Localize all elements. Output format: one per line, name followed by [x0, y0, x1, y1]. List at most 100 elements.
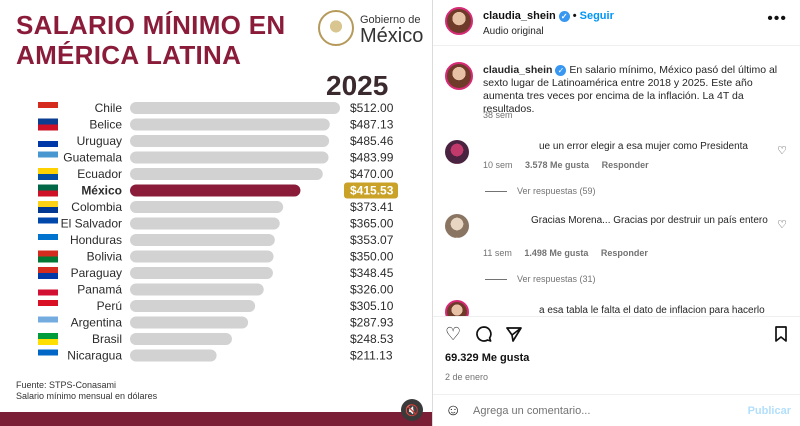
flag-top [38, 102, 58, 108]
bookmark-icon[interactable] [773, 325, 789, 346]
mexico-seal-icon [318, 10, 354, 46]
more-options-icon[interactable]: ••• [767, 10, 787, 28]
flag-top [38, 267, 58, 273]
flag-top [38, 300, 58, 306]
bar [130, 151, 329, 164]
avatar[interactable] [445, 300, 469, 316]
publish-button[interactable]: Publicar [748, 405, 791, 417]
reply-button[interactable]: Responder [601, 248, 648, 258]
value-label: $373.41 [350, 200, 394, 214]
value-label: $348.45 [350, 266, 394, 280]
speaker-muted-icon[interactable]: 🔇 [401, 399, 423, 421]
value-label: $487.13 [350, 118, 394, 132]
category-label: Ecuador [77, 167, 122, 181]
category-label: El Salvador [61, 217, 122, 231]
verified-badge-icon: ✓ [555, 64, 567, 76]
category-label: Panamá [77, 283, 122, 297]
bar [130, 250, 274, 263]
view-replies-button[interactable]: Ver respuestas (59) [485, 186, 596, 196]
caption-time[interactable]: 38 sem [483, 110, 513, 120]
comment-likes[interactable]: 3.578 Me gusta [525, 160, 589, 170]
flag-top [38, 250, 58, 257]
flag-top [38, 184, 58, 191]
comment-meta: 11 sem 1.498 Me gusta Responder [483, 248, 658, 258]
likes-count[interactable]: 69.329 Me gusta [445, 352, 529, 364]
post-date[interactable]: 2 de enero [445, 372, 488, 382]
caption-username[interactable]: claudia_shein [483, 64, 552, 76]
post-side-panel: claudia_shein ✓ • Seguir Audio original •••… [432, 0, 800, 426]
category-label: Nicaragua [67, 349, 122, 363]
flag-top [38, 201, 58, 207]
comment-time[interactable]: 10 sem [483, 160, 513, 170]
flag-top [38, 135, 58, 141]
value-label: $305.10 [350, 299, 394, 313]
avatar[interactable] [445, 140, 469, 164]
bar [130, 102, 340, 114]
category-label: Belice [89, 118, 122, 132]
comment-composer: ☺ Publicar [433, 394, 800, 426]
flag-top [38, 333, 58, 339]
category-label: Brasil [92, 332, 122, 346]
value-label: $415.53 [350, 184, 394, 198]
comment-time[interactable]: 11 sem [483, 248, 512, 258]
bar [130, 234, 275, 246]
caption-text: claudia_shein ✓ En salario mínimo, México… [483, 64, 791, 116]
value-label: $350.00 [350, 250, 394, 264]
follow-button[interactable]: Seguir [580, 10, 614, 22]
flag-top [38, 168, 58, 174]
flag-top [38, 316, 58, 323]
category-label: Bolivia [87, 250, 123, 264]
bar [130, 217, 280, 230]
header-username-row: claudia_shein ✓ • Seguir [483, 10, 614, 22]
bar [130, 283, 264, 296]
bar [130, 300, 256, 312]
post-actions: ♡ [433, 316, 800, 350]
emoji-icon[interactable]: ☺ [445, 402, 461, 420]
avatar[interactable] [445, 214, 469, 238]
reply-button[interactable]: Responder [602, 160, 649, 170]
category-label: Honduras [70, 233, 122, 247]
avatar[interactable] [445, 62, 473, 90]
audio-link[interactable]: Audio original [483, 26, 544, 37]
view-replies-button[interactable]: Ver respuestas (31) [485, 274, 596, 284]
flag-bottom [38, 289, 58, 296]
salary-bar-chart: Chile $512.00 Belice $487.13 Uruguay $485.46 G… [38, 101, 398, 363]
comment-input[interactable] [473, 401, 733, 421]
flag-top [38, 118, 58, 125]
category-label: Argentina [71, 316, 123, 330]
chart-title-line1: SALARIO MÍNIMO EN [16, 10, 286, 40]
category-label: Colombia [71, 200, 122, 214]
gobierno-de-mexico-logo: Gobierno de México [318, 10, 428, 50]
value-label: $483.99 [350, 151, 394, 165]
flag-bottom [38, 273, 58, 279]
flag-bottom [38, 240, 58, 246]
bar [130, 135, 330, 147]
bar [130, 316, 249, 329]
category-label: Paraguay [71, 266, 122, 280]
comment-text: a esa tabla le falta el dato de inflacio… [539, 305, 765, 316]
avatar[interactable] [445, 7, 473, 35]
chart-note: Salario mínimo mensual en dólares [16, 391, 158, 401]
flag-bottom [38, 174, 58, 180]
bar [130, 201, 284, 213]
like-comment-icon[interactable]: ♡ [777, 218, 787, 231]
comment-likes[interactable]: 1.498 Me gusta [524, 248, 588, 258]
post-header: claudia_shein ✓ • Seguir Audio original ••• [433, 0, 800, 46]
like-comment-icon[interactable]: ♡ [777, 144, 787, 157]
bar [130, 118, 330, 131]
verified-badge-icon: ✓ [558, 10, 570, 22]
value-label: $470.00 [350, 167, 394, 181]
username-link[interactable]: claudia_shein [483, 10, 556, 22]
category-label: Perú [97, 299, 122, 313]
comment-meta: 10 sem 3.578 Me gusta Responder [483, 160, 659, 170]
share-icon[interactable] [505, 325, 523, 346]
flag-top [38, 283, 58, 290]
flag-bottom [38, 306, 58, 312]
value-label: $512.00 [350, 101, 394, 115]
category-label: Guatemala [63, 151, 122, 165]
bar [130, 349, 217, 362]
flag-bottom [38, 190, 58, 197]
heart-icon[interactable]: ♡ [445, 325, 461, 343]
post-image[interactable]: SALARIO MÍNIMO EN AMÉRICA LATINA Gobiern… [0, 0, 432, 426]
comment-icon[interactable] [475, 325, 493, 346]
